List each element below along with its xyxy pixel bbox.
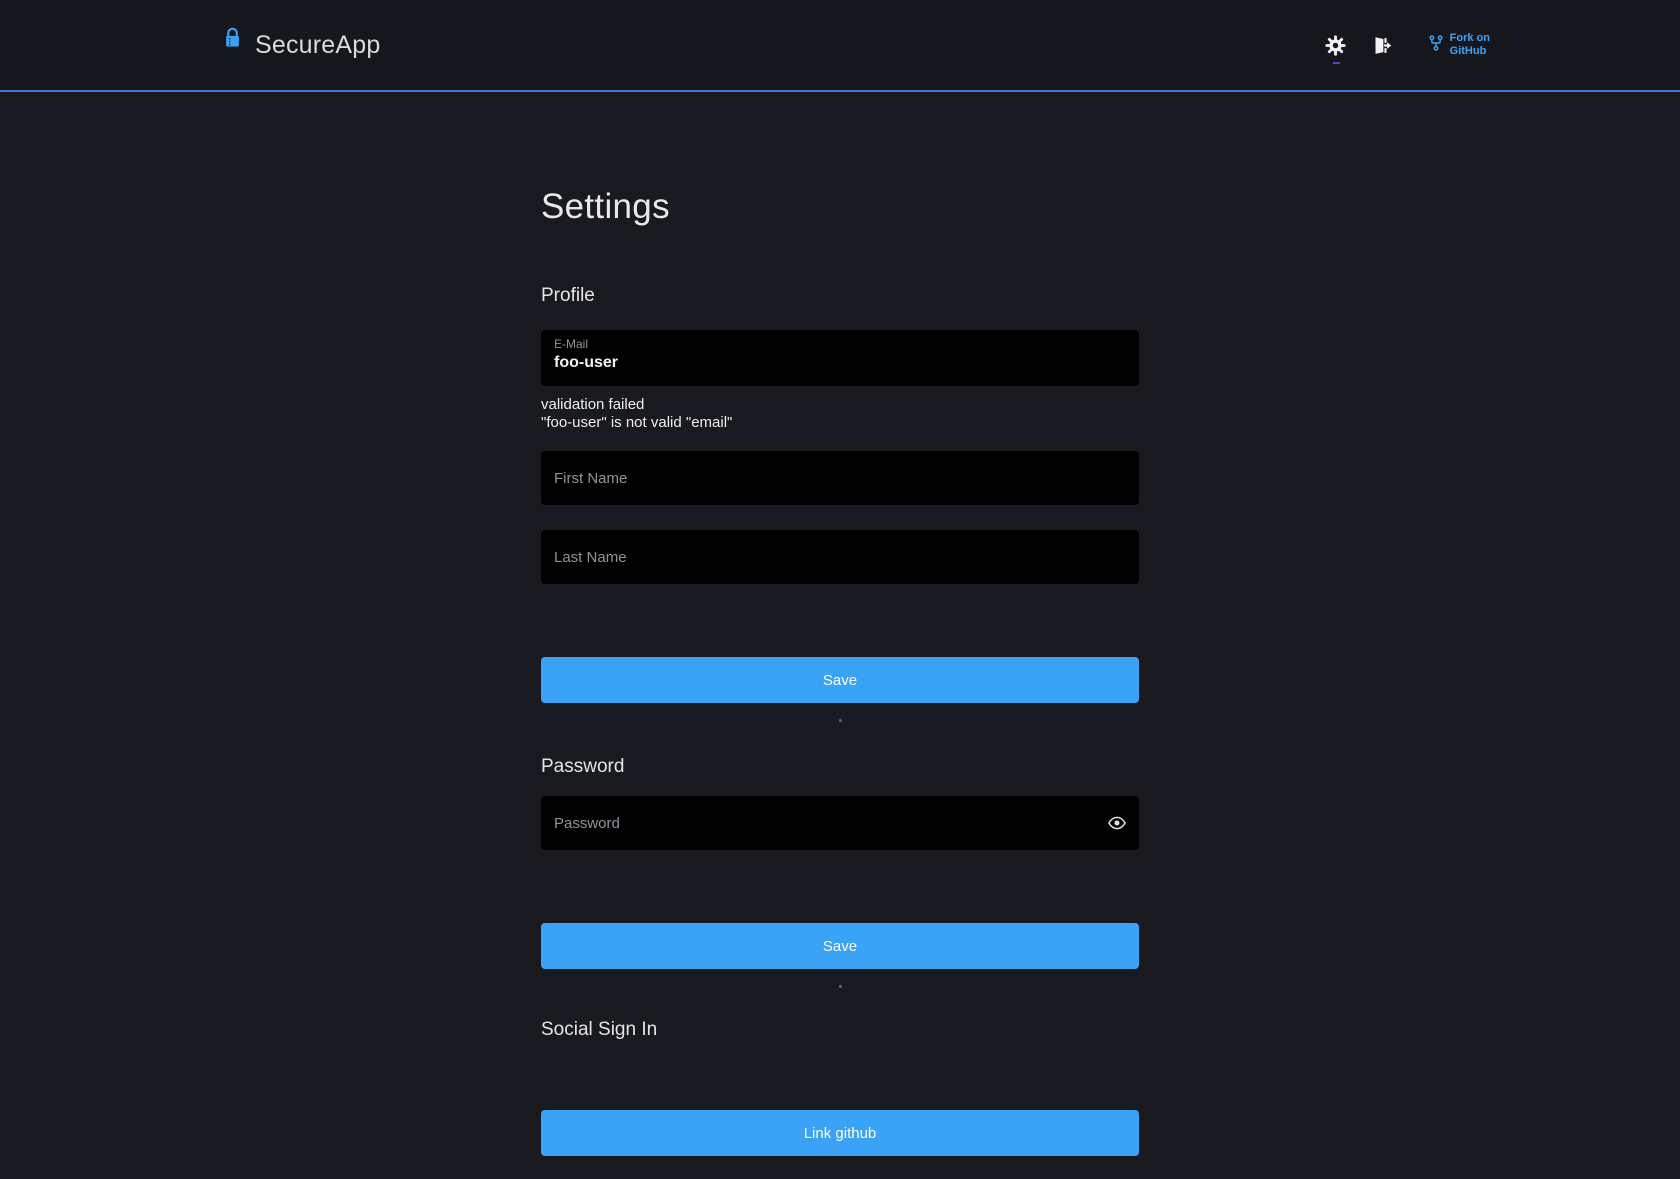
- underscore-artifact: [1333, 62, 1340, 64]
- app-header: SecureApp: [0, 0, 1680, 92]
- gear-icon: [1325, 44, 1346, 59]
- settings-button[interactable]: [1325, 35, 1346, 56]
- email-field[interactable]: E-Mail: [541, 330, 1139, 386]
- eye-icon: [1107, 821, 1127, 836]
- page-title: Settings: [541, 187, 1139, 227]
- git-fork-icon: [1427, 34, 1445, 57]
- social-section-heading: Social Sign In: [541, 1019, 1139, 1041]
- last-name-input[interactable]: [541, 530, 1139, 584]
- lock-icon: [224, 27, 241, 49]
- first-name-input[interactable]: [541, 451, 1139, 505]
- validation-line-2: "foo-user" is not valid "email": [541, 414, 1139, 432]
- password-section-heading: Password: [541, 756, 1139, 778]
- password-save-button[interactable]: Save: [541, 923, 1139, 969]
- email-input[interactable]: [554, 354, 1126, 372]
- logout-door-icon: [1372, 44, 1393, 59]
- profile-section-heading: Profile: [541, 285, 1139, 307]
- fork-link-text: Fork on GitHub: [1450, 32, 1490, 58]
- brand[interactable]: SecureApp: [224, 31, 381, 60]
- password-field: [541, 796, 1139, 850]
- link-github-button[interactable]: Link github: [541, 1110, 1139, 1156]
- password-visibility-toggle[interactable]: [1107, 813, 1127, 833]
- validation-message: validation failed "foo-user" is not vali…: [541, 396, 1139, 432]
- fork-on-github-link[interactable]: Fork on GitHub: [1427, 32, 1490, 58]
- profile-save-button[interactable]: Save: [541, 657, 1139, 703]
- header-actions: Fork on GitHub: [1325, 32, 1490, 58]
- dot-artifact: [839, 985, 842, 988]
- password-input[interactable]: [541, 796, 1139, 850]
- dot-artifact: [839, 719, 842, 722]
- validation-line-1: validation failed: [541, 396, 1139, 414]
- email-field-label: E-Mail: [554, 337, 1126, 351]
- settings-page: Settings Profile E-Mail validation faile…: [541, 187, 1139, 1156]
- brand-title: SecureApp: [255, 31, 381, 60]
- logout-button[interactable]: [1372, 35, 1393, 56]
